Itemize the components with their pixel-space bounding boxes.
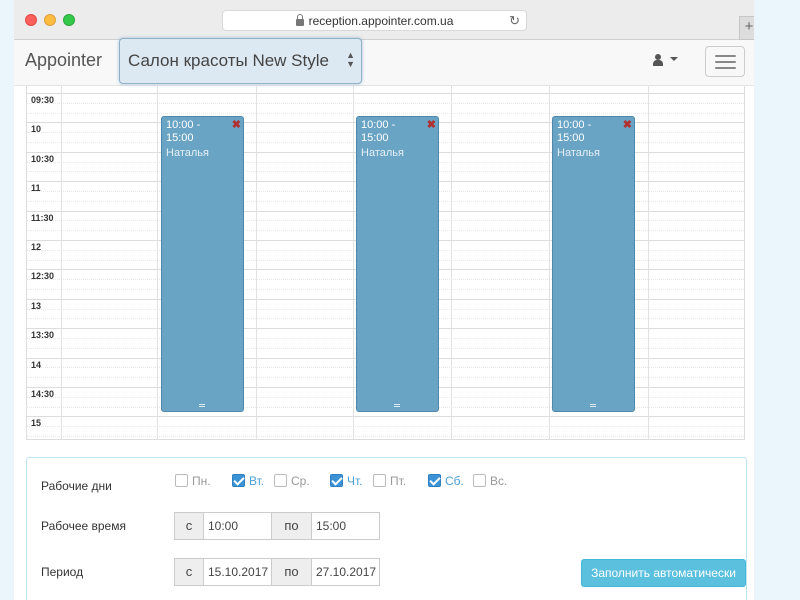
- slot-gridline: [27, 436, 744, 437]
- checkbox-icon: [274, 474, 287, 487]
- url-text: reception.appointer.com.ua: [308, 14, 454, 28]
- checkbox-icon: [175, 474, 188, 487]
- day-column-divider: [157, 86, 158, 439]
- weekday-label: Сб.: [445, 474, 464, 488]
- checkbox-icon: [373, 474, 386, 487]
- app-navbar: Appointer Салон красоты New Style ▲ ▼: [14, 38, 754, 86]
- user-icon-body: [653, 60, 663, 66]
- day-column-divider: [451, 86, 452, 439]
- hamburger-menu-button[interactable]: [705, 46, 745, 77]
- appointment-block[interactable]: 10:00 - 15:00 Наталья ✖: [552, 116, 635, 412]
- work-time-from-label: с: [174, 512, 204, 540]
- hamburger-icon-bar: [715, 67, 736, 69]
- appointment-time: 10:00 - 15:00: [166, 119, 201, 144]
- weekday-checkbox[interactable]: Вт.: [232, 474, 264, 490]
- select-arrows-icon: ▲ ▼: [346, 50, 355, 69]
- time-label: 13:30: [31, 330, 55, 341]
- hamburger-icon-bar: [715, 61, 736, 63]
- time-label: 13: [31, 300, 42, 311]
- autofill-button[interactable]: Заполнить автоматически: [581, 559, 746, 587]
- minimize-window-button[interactable]: [44, 14, 56, 26]
- weekday-label: Чт.: [347, 474, 363, 488]
- period-from-label: с: [174, 558, 204, 586]
- period-from-input[interactable]: 15.10.2017: [203, 558, 272, 586]
- schedule-calendar: 09:30 10 10:30 11 11:30 12 12:30 13 13:30 14 14:30…: [26, 86, 745, 440]
- time-label: 10: [31, 124, 42, 135]
- period-to-label: по: [271, 558, 312, 586]
- day-column-divider: [353, 86, 354, 439]
- time-label: 14:30: [31, 389, 55, 399]
- close-icon[interactable]: ✖: [427, 118, 436, 131]
- weekday-checkbox[interactable]: Ср.: [274, 474, 310, 490]
- appointment-time: 10:00 - 15:00: [361, 119, 396, 144]
- work-days-label: Рабочие дни: [41, 479, 112, 493]
- appointment-staff: Наталья: [557, 147, 600, 159]
- hour-gridline: [27, 93, 744, 94]
- appointment-block[interactable]: 10:00 - 15:00 Наталья ✖: [356, 116, 439, 412]
- appointment-block[interactable]: 10:00 - 15:00 Наталья ✖: [161, 116, 244, 412]
- day-column-divider: [256, 86, 257, 439]
- checkbox-icon: [473, 474, 486, 487]
- work-time-label: Рабочее время: [41, 519, 126, 533]
- appointment-staff: Наталья: [361, 147, 404, 159]
- slot-gridline: [27, 102, 744, 104]
- resize-grip-icon[interactable]: [199, 404, 205, 407]
- checkbox-icon: [330, 474, 343, 487]
- weekday-checkbox[interactable]: Пт.: [373, 474, 406, 490]
- weekday-label: Ср.: [291, 474, 310, 488]
- period-to-input[interactable]: 27.10.2017: [311, 558, 380, 586]
- time-label: 15: [31, 418, 42, 429]
- hamburger-icon: [715, 55, 736, 57]
- close-window-button[interactable]: [25, 14, 37, 26]
- schedule-settings-panel: Рабочие дни Пн. Вт. Ср. Чт. Пт. Сб. Вс. Рабоче…: [26, 457, 747, 600]
- time-label: 12:30: [31, 271, 55, 282]
- weekday-label: Вс.: [490, 474, 508, 488]
- brand-logo[interactable]: Appointer: [25, 50, 102, 71]
- hour-gridline: [27, 416, 744, 418]
- slot-gridline: [27, 112, 744, 114]
- time-label: 11: [31, 183, 41, 194]
- maximize-window-button[interactable]: [63, 14, 75, 26]
- weekday-checkbox[interactable]: Чт.: [330, 474, 363, 490]
- time-label: 11:30: [31, 212, 54, 223]
- appointment-staff: Наталья: [166, 147, 209, 159]
- period-label: Период: [41, 565, 84, 579]
- resize-grip-icon[interactable]: [394, 404, 400, 407]
- day-column-divider: [549, 86, 550, 439]
- work-time-to-label: по: [271, 512, 312, 540]
- lock-icon: [295, 14, 304, 26]
- work-time-from-input[interactable]: 10:00: [203, 512, 272, 540]
- new-tab-button[interactable]: +: [739, 16, 754, 40]
- reload-icon[interactable]: ↻: [509, 11, 520, 31]
- day-column-divider: [61, 86, 62, 439]
- day-column-divider: [648, 86, 649, 439]
- weekday-label: Пн.: [192, 474, 211, 488]
- checkbox-icon: [428, 474, 441, 487]
- checkbox-icon: [232, 474, 245, 487]
- close-icon[interactable]: ✖: [232, 118, 241, 131]
- user-menu-button[interactable]: [650, 53, 680, 73]
- caret-down-icon: [670, 57, 678, 61]
- weekday-label: Вт.: [249, 474, 265, 488]
- weekday-label: Пт.: [390, 474, 407, 488]
- salon-select[interactable]: Салон красоты New Style ▲ ▼: [119, 38, 362, 84]
- browser-window: reception.appointer.com.ua ↻ + Appointer…: [14, 0, 754, 600]
- browser-titlebar: reception.appointer.com.ua ↻ +: [14, 0, 754, 40]
- time-label: 12: [31, 242, 42, 252]
- time-label: 14: [31, 359, 42, 370]
- weekday-checkbox[interactable]: Пн.: [175, 474, 211, 490]
- close-icon[interactable]: ✖: [623, 118, 632, 131]
- work-time-to-input[interactable]: 15:00: [311, 512, 380, 540]
- appointment-time: 10:00 - 15:00: [557, 119, 592, 144]
- time-label: 09:30: [31, 95, 55, 105]
- resize-grip-icon[interactable]: [590, 404, 596, 407]
- salon-select-value: Салон красоты New Style: [128, 51, 329, 70]
- weekday-checkbox[interactable]: Сб.: [428, 474, 464, 490]
- time-label: 10:30: [31, 153, 55, 164]
- weekday-checkbox[interactable]: Вс.: [473, 474, 507, 490]
- address-bar[interactable]: reception.appointer.com.ua ↻: [222, 10, 527, 31]
- slot-gridline: [27, 426, 744, 428]
